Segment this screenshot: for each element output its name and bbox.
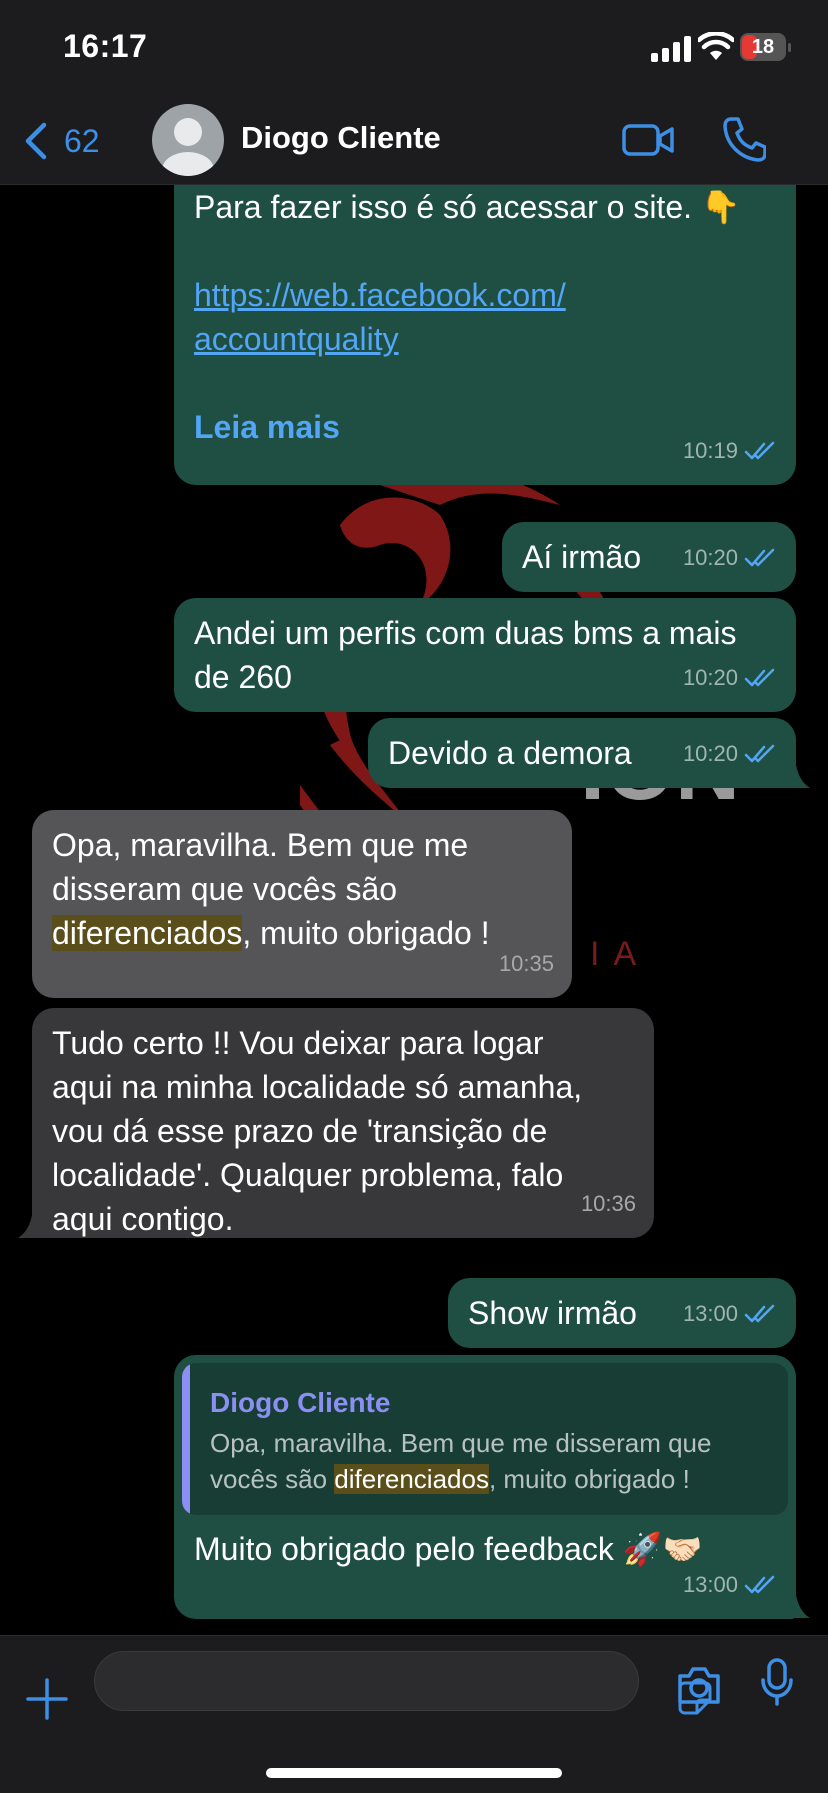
message-meta: 13:00: [683, 1563, 776, 1607]
default-avatar-icon: [162, 118, 214, 176]
message-incoming[interactable]: Tudo certo !! Vou deixar para logar aqui…: [32, 1008, 654, 1238]
message-text: Andei um perfis com duas bms a mais: [194, 615, 737, 651]
home-indicator: [266, 1768, 562, 1778]
camera-icon[interactable]: [676, 1665, 722, 1705]
quoted-text-continued: vocês são: [210, 1464, 335, 1494]
message-outgoing-reply[interactable]: Diogo Cliente Opa, maravilha. Bem que me…: [174, 1355, 796, 1619]
message-link[interactable]: https://web.facebook.com/: [194, 273, 566, 317]
message-text-continued: aqui na minha localidade só amanha,: [52, 1069, 583, 1105]
message-time: 13:00: [682, 1301, 738, 1326]
plus-icon[interactable]: [24, 1676, 70, 1722]
message-text: Para fazer isso é só acessar o site.: [194, 189, 701, 225]
back-chevron-icon: [25, 122, 47, 160]
message-text-continued: vou dá esse prazo de 'transição de: [52, 1113, 548, 1149]
message-text: Muito obrigado pelo feedback: [194, 1531, 623, 1567]
double-check-icon: [744, 744, 775, 763]
chat-area[interactable]: ION IA Para fazer isso é só acessar o si…: [0, 185, 828, 1635]
message-time: 13:00: [682, 1572, 738, 1597]
message-outgoing[interactable]: Devido a demora 10:20: [368, 718, 796, 788]
message-time: 10:20: [682, 545, 738, 570]
message-text: Aí irmão: [522, 539, 642, 575]
message-meta: 10:20: [683, 732, 776, 776]
message-meta: 10:19: [683, 429, 776, 473]
message-meta: 10:36: [581, 1182, 636, 1226]
double-check-icon: [744, 441, 775, 460]
video-call-icon[interactable]: [622, 120, 674, 160]
message-time: 10:35: [498, 951, 554, 976]
phone-icon[interactable]: [722, 116, 766, 162]
quoted-sender: Diogo Cliente: [210, 1387, 391, 1418]
message-time: 10:20: [682, 741, 738, 766]
message-incoming[interactable]: Opa, maravilha. Bem que me disseram que …: [32, 810, 572, 998]
double-check-icon: [744, 668, 775, 687]
cellular-signal-icon: [651, 36, 691, 62]
quoted-highlighted-word: diferenciados: [334, 1464, 489, 1494]
message-time: 10:20: [682, 665, 738, 690]
microphone-icon[interactable]: [760, 1658, 794, 1706]
battery-indicator: 18: [740, 33, 792, 63]
status-bar: 16:17 18: [0, 0, 828, 100]
message-text-continued: aqui contigo.: [52, 1201, 234, 1237]
message-input[interactable]: [94, 1651, 712, 1715]
rocket-handshake-emoji: 🚀🤝🏻: [622, 1531, 703, 1567]
avatar[interactable]: [152, 104, 224, 176]
message-meta: 10:20: [683, 536, 776, 580]
message-text-continued: disseram que vocês são: [52, 871, 398, 907]
message-text: Devido a demora: [388, 735, 632, 771]
battery-level: 18: [751, 36, 775, 58]
message-text-continued: , muito obrigado !: [242, 915, 490, 951]
message-time: 10:19: [682, 438, 738, 463]
message-outgoing[interactable]: Andei um perfis com duas bms a mais de 2…: [174, 598, 796, 712]
message-input-bar: [0, 1635, 828, 1793]
quoted-text: Opa, maravilha. Bem que me disseram que: [210, 1428, 712, 1458]
message-outgoing[interactable]: Aí irmão 10:20: [502, 522, 796, 592]
double-check-icon: [744, 1304, 775, 1323]
quoted-text-continued: , muito obrigado !: [488, 1464, 690, 1494]
read-more-link[interactable]: Leia mais: [194, 405, 340, 449]
message-text: Opa, maravilha. Bem que me: [52, 827, 469, 863]
message-meta: 13:00: [683, 1292, 776, 1336]
message-meta: 10:20: [683, 656, 776, 700]
pointing-down-emoji: 👇: [700, 189, 741, 225]
wallpaper-logo-subtext: IA: [590, 935, 650, 973]
status-time: 16:17: [63, 28, 148, 64]
message-text: Tudo certo !! Vou deixar para logar: [52, 1025, 544, 1061]
contact-name[interactable]: Diogo Cliente: [241, 120, 441, 156]
chat-header: 62 Diogo Cliente: [0, 100, 828, 185]
message-text: Show irmão: [468, 1295, 637, 1331]
message-outgoing[interactable]: Show irmão 13:00: [448, 1278, 796, 1348]
unread-count: 62: [64, 122, 100, 159]
double-check-icon: [744, 548, 775, 567]
bubble-tail: [788, 765, 810, 788]
quoted-message[interactable]: Diogo Cliente Opa, maravilha. Bem que me…: [182, 1363, 788, 1515]
message-text-continued: localidade'. Qualquer problema, falo: [52, 1157, 564, 1193]
message-link-continued[interactable]: accountquality: [194, 317, 566, 361]
message-outgoing[interactable]: Para fazer isso é só acessar o site. 👇 h…: [174, 185, 796, 485]
double-check-icon: [744, 1575, 775, 1594]
highlighted-word: diferenciados: [52, 915, 243, 951]
message-meta: 10:35: [499, 942, 554, 986]
quote-bar: [182, 1363, 190, 1515]
bubble-tail: [788, 1595, 810, 1618]
wifi-icon: [698, 32, 734, 60]
message-text-continued: de 260: [194, 659, 292, 695]
back-button[interactable]: 62: [22, 118, 100, 164]
message-time: 10:36: [580, 1191, 636, 1216]
bubble-tail: [18, 1215, 40, 1238]
